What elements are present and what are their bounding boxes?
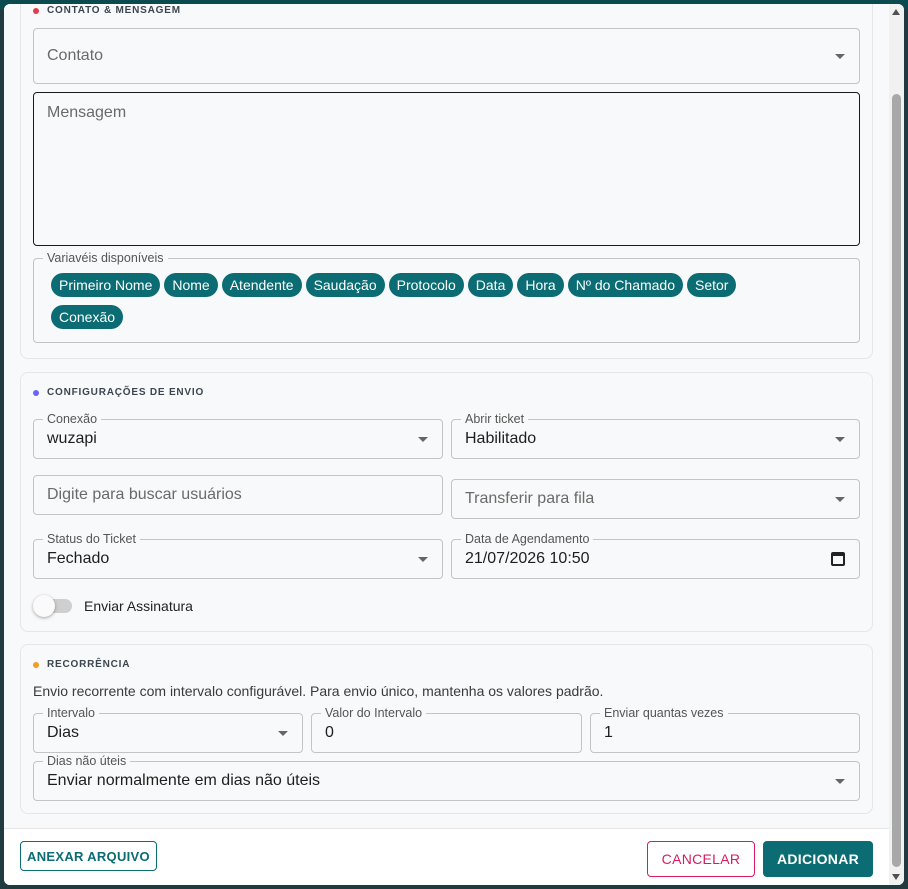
variables-chip-list: Primeiro Nome Nome Atendente Saudação Protoc…: [51, 273, 851, 337]
message-textarea[interactable]: Mensagem: [33, 92, 860, 246]
interval-select-value: Dias: [47, 724, 80, 741]
chevron-down-icon: [835, 54, 845, 59]
calendar-icon[interactable]: [831, 552, 845, 566]
schedule-datetime-label: Data de Agendamento: [461, 532, 594, 546]
schedule-datetime-input[interactable]: Data de Agendamento 21/07/2026 10:50: [451, 532, 860, 579]
contact-section-title: CONTATO & MENSAGEM: [47, 5, 181, 16]
scrollbar-thumb[interactable]: [892, 94, 901, 867]
send-times-value: 1: [604, 724, 613, 741]
chevron-down-icon: [835, 497, 845, 502]
variable-chip-time[interactable]: Hora: [517, 273, 564, 297]
cancel-button[interactable]: CANCELAR: [647, 841, 755, 877]
variable-chip-connection[interactable]: Conexão: [51, 305, 124, 329]
connection-select-value: wuzapi: [47, 430, 97, 447]
chevron-down-icon: [835, 437, 845, 442]
schedule-datetime-value: 21/07/2026 10:50: [465, 550, 590, 567]
non-business-days-label: Dias não úteis: [43, 754, 131, 768]
schedule-dialog: CONTATO & MENSAGEM Contato Mensagem Vari…: [4, 4, 904, 885]
variable-chip-first-name[interactable]: Primeiro Nome: [51, 273, 161, 297]
interval-value-label: Valor do Intervalo: [321, 706, 427, 720]
scrollbar[interactable]: [889, 4, 904, 885]
chevron-down-icon: [418, 437, 428, 442]
connection-select-label: Conexão: [43, 412, 102, 426]
ticket-status-select[interactable]: Status do Ticket Fechado: [33, 532, 443, 579]
queue-select-placeholder: Transferir para fila: [465, 490, 595, 507]
message-textarea-label: Mensagem: [47, 104, 127, 121]
queue-select[interactable]: Transferir para fila: [451, 479, 860, 519]
variable-chip-protocol[interactable]: Protocolo: [388, 273, 464, 297]
send-times-input[interactable]: Enviar quantas vezes 1: [590, 706, 860, 753]
chevron-down-icon: [278, 731, 288, 736]
settings-section-header: CONFIGURAÇÕES DE ENVIO: [33, 387, 204, 398]
interval-value-value: 0: [325, 724, 334, 741]
settings-section-title: CONFIGURAÇÕES DE ENVIO: [47, 387, 205, 398]
interval-select[interactable]: Intervalo Dias: [33, 706, 303, 753]
variable-chip-agent[interactable]: Atendente: [221, 273, 302, 297]
ticket-status-select-value: Fechado: [47, 550, 110, 567]
open-ticket-select[interactable]: Abrir ticket Habilitado: [451, 412, 860, 459]
section-dot-icon: [33, 661, 39, 668]
recurrence-section-title: RECORRÊNCIA: [47, 659, 131, 670]
interval-value-input[interactable]: Valor do Intervalo 0: [311, 706, 582, 753]
non-business-days-select[interactable]: Dias não úteis Enviar normalmente em dia…: [33, 754, 860, 801]
add-button[interactable]: ADICIONAR: [763, 841, 873, 877]
scroll-down-arrow-icon[interactable]: [892, 874, 900, 880]
open-ticket-select-label: Abrir ticket: [461, 412, 529, 426]
contact-message-card: CONTATO & MENSAGEM Contato Mensagem Vari…: [20, 4, 873, 359]
open-ticket-select-value: Habilitado: [465, 430, 537, 447]
contact-select-label: Contato: [47, 47, 104, 64]
variable-chip-greeting[interactable]: Saudação: [305, 273, 385, 297]
ticket-status-select-label: Status do Ticket: [43, 532, 140, 546]
interval-select-label: Intervalo: [43, 706, 99, 720]
dialog-footer: ANEXAR ARQUIVO CANCELAR ADICIONAR: [4, 828, 889, 885]
section-dot-icon: [33, 389, 39, 396]
chevron-down-icon: [835, 779, 845, 784]
contact-section-header: CONTATO & MENSAGEM: [33, 5, 181, 16]
dialog-content: CONTATO & MENSAGEM Contato Mensagem Vari…: [4, 4, 889, 828]
attach-file-button[interactable]: ANEXAR ARQUIVO: [20, 841, 157, 871]
send-times-label: Enviar quantas vezes: [600, 706, 728, 720]
variable-chip-ticket-number[interactable]: Nº do Chamado: [567, 273, 683, 297]
send-settings-card: CONFIGURAÇÕES DE ENVIO Conexão wuzapi Ab…: [20, 372, 873, 632]
variable-chip-name[interactable]: Nome: [164, 273, 218, 297]
variables-box-label: Variavéis disponíveis: [43, 251, 168, 265]
section-dot-icon: [33, 7, 39, 14]
signature-toggle-label: Enviar Assinatura: [84, 598, 193, 614]
variable-chip-sector[interactable]: Setor: [687, 273, 737, 297]
contact-select[interactable]: Contato: [33, 28, 860, 84]
toggle-knob: [33, 595, 55, 617]
recurrence-card: RECORRÊNCIA Envio recorrente com interva…: [20, 644, 873, 814]
connection-select[interactable]: Conexão wuzapi: [33, 412, 443, 459]
recurrence-helper-text: Envio recorrente com intervalo configurá…: [33, 683, 604, 699]
signature-toggle[interactable]: [33, 594, 75, 618]
user-search-placeholder: Digite para buscar usuários: [47, 486, 242, 503]
variables-box: Variavéis disponíveis Primeiro Nome Nome A…: [33, 251, 860, 343]
user-search-input[interactable]: Digite para buscar usuários: [33, 475, 443, 515]
variable-chip-date[interactable]: Data: [467, 273, 514, 297]
scroll-up-arrow-icon[interactable]: [892, 9, 900, 15]
chevron-down-icon: [418, 557, 428, 562]
recurrence-section-header: RECORRÊNCIA: [33, 659, 130, 670]
non-business-days-value: Enviar normalmente em dias não úteis: [47, 772, 321, 789]
